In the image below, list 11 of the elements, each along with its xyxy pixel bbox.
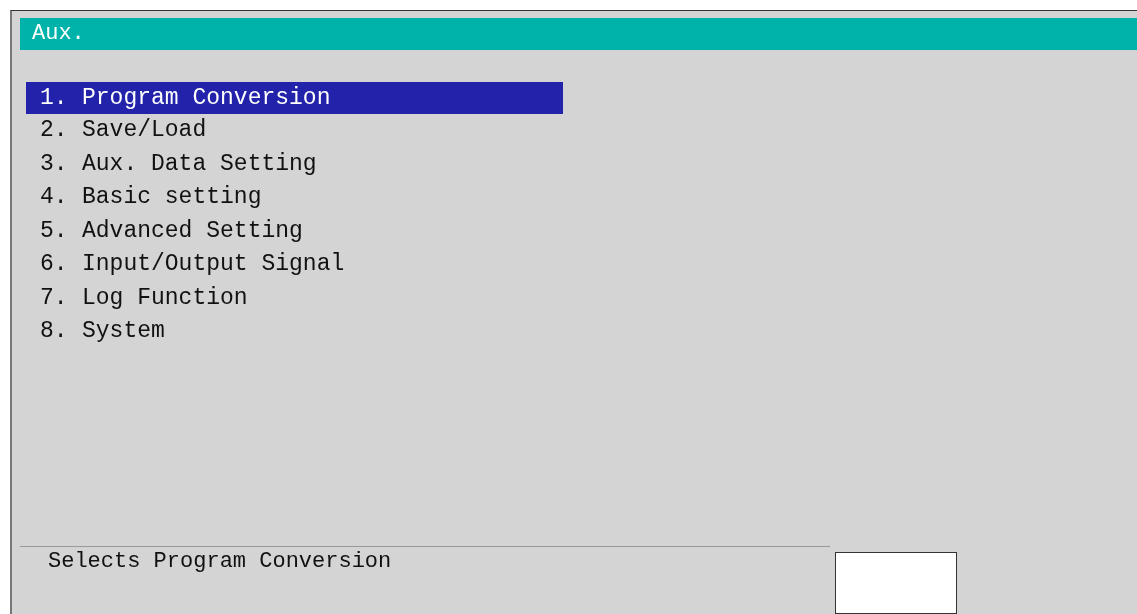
status-message: Selects Program Conversion: [20, 546, 830, 609]
menu-item[interactable]: 5. Advanced Setting: [26, 214, 563, 248]
input-field[interactable]: [835, 552, 957, 614]
menu-item[interactable]: 2. Save/Load: [26, 114, 563, 148]
window-title: Aux.: [20, 18, 1137, 50]
menu-item[interactable]: 1. Program Conversion: [26, 82, 563, 114]
menu-item[interactable]: 8. System: [26, 315, 563, 349]
menu-item[interactable]: 3. Aux. Data Setting: [26, 147, 563, 181]
menu-item[interactable]: 4. Basic setting: [26, 181, 563, 215]
menu-item[interactable]: 6. Input/Output Signal: [26, 248, 563, 282]
menu-item[interactable]: 7. Log Function: [26, 281, 563, 315]
